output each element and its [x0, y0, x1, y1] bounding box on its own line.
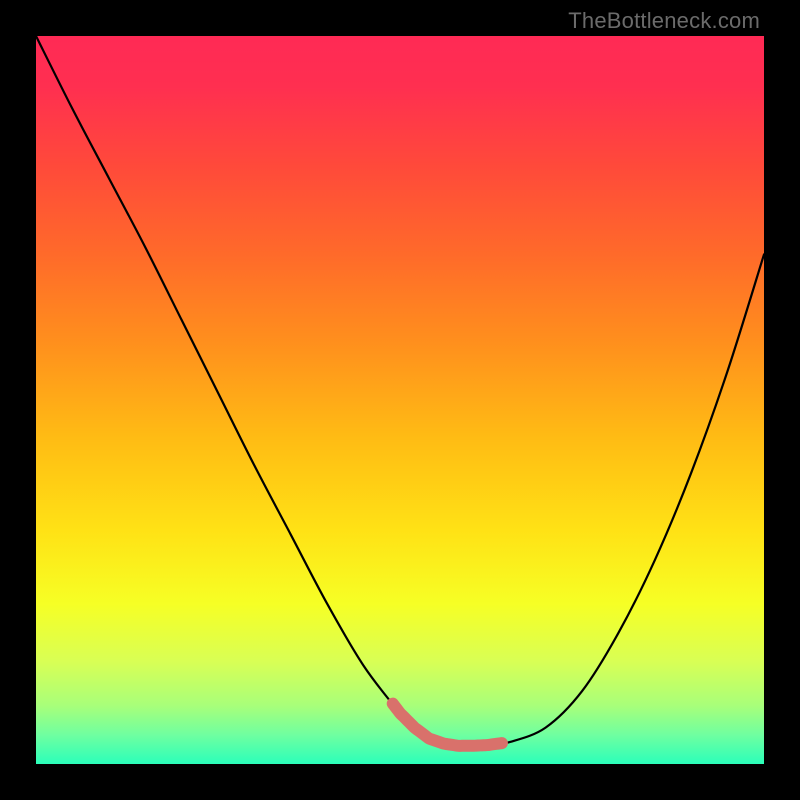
optimal-zone-highlight — [393, 704, 502, 746]
chart-frame: TheBottleneck.com — [0, 0, 800, 800]
plot-area — [36, 36, 764, 764]
chart-svg — [36, 36, 764, 764]
watermark-label: TheBottleneck.com — [568, 8, 760, 34]
bottleneck-curve — [36, 36, 764, 746]
